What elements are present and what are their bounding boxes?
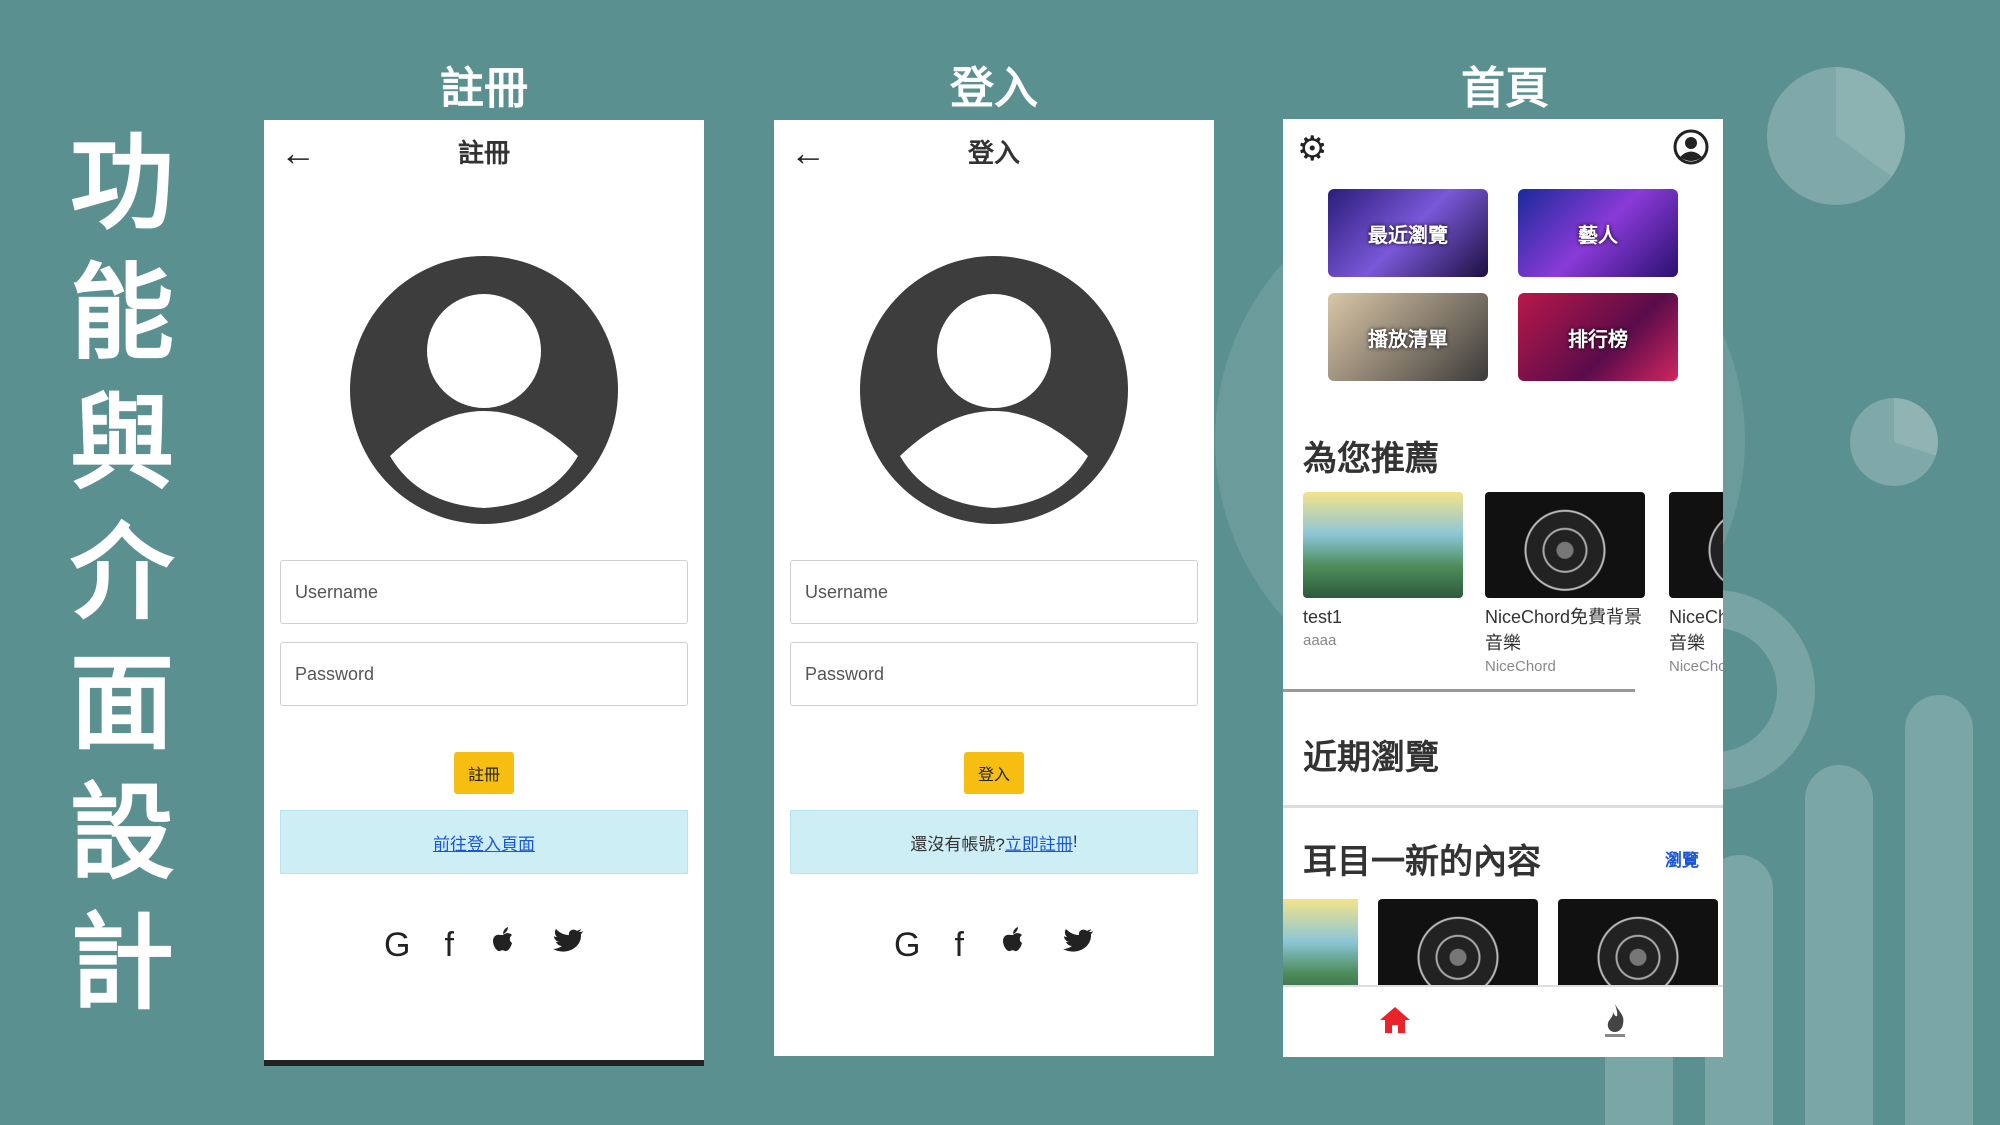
title-char: 能	[69, 252, 174, 374]
scroll-indicator[interactable]	[1283, 689, 1635, 692]
bottom-nav	[1283, 985, 1723, 1057]
register-link-box: 還沒有帳號? 立即註冊 !	[790, 810, 1198, 874]
login-header-title: 登入	[967, 137, 1020, 168]
decor-bar	[1805, 765, 1873, 1125]
apple-icon[interactable]	[488, 926, 518, 969]
social-login-row: G f	[774, 926, 1214, 969]
avatar	[774, 256, 1214, 524]
item-title: NiceChord免費背景音樂	[1485, 607, 1643, 653]
recent-title: 近期瀏覽	[1303, 739, 1439, 777]
category-artists[interactable]: 藝人	[1518, 189, 1678, 277]
cover-image	[1485, 492, 1645, 598]
item-title: NiceCh 音樂	[1669, 607, 1723, 653]
new-content-header: 耳目一新的內容 瀏覽	[1283, 834, 1723, 883]
decor-pie-chart	[1767, 67, 1905, 205]
recommend-title: 為您推薦	[1303, 440, 1439, 478]
username-field[interactable]: Username	[790, 560, 1198, 624]
home-icon[interactable]	[1378, 1005, 1412, 1040]
cover-image	[1669, 492, 1723, 598]
avatar	[264, 256, 704, 524]
title-char: 計	[69, 902, 174, 1024]
title-char: 介	[69, 512, 174, 634]
category-charts[interactable]: 排行榜	[1518, 293, 1678, 381]
list-item[interactable]: NiceChord免費背景音樂 NiceChord	[1485, 492, 1647, 675]
prompt-suffix: !	[1072, 832, 1078, 851]
list-item[interactable]: NiceCh 音樂 NiceCho	[1669, 492, 1723, 675]
back-arrow-icon[interactable]: ←	[790, 132, 826, 174]
social-login-row: G f	[264, 926, 704, 969]
login-panel-title: 登入	[950, 63, 1038, 114]
register-now-link[interactable]: 立即註冊	[1005, 830, 1073, 855]
title-char: 功	[69, 122, 174, 244]
section-title-vertical: 功 能 與 介 面 設 計	[62, 118, 182, 1028]
google-icon[interactable]: G	[384, 926, 410, 969]
register-screen: ← 註冊 Username Password 註冊 前往登入頁面 G f	[264, 120, 704, 1066]
facebook-icon[interactable]: f	[445, 926, 454, 969]
register-header: ← 註冊	[264, 120, 704, 182]
divider	[1283, 805, 1723, 808]
category-grid: 最近瀏覽 藝人 播放清單 排行榜	[1283, 189, 1723, 381]
category-playlists[interactable]: 播放清單	[1328, 293, 1488, 381]
back-arrow-icon[interactable]: ←	[280, 132, 316, 174]
home-top-bar: ⚙	[1283, 119, 1723, 183]
title-char: 設	[69, 772, 174, 894]
account-icon[interactable]	[1673, 129, 1709, 174]
twitter-icon[interactable]	[1062, 926, 1094, 969]
login-screen: ← 登入 Username Password 登入 還沒有帳號? 立即註冊 ! …	[774, 120, 1214, 1056]
category-recent[interactable]: 最近瀏覽	[1328, 189, 1488, 277]
item-subtitle: aaaa	[1303, 632, 1337, 649]
title-char: 與	[69, 382, 174, 504]
user-avatar-icon	[350, 256, 618, 524]
list-item[interactable]: test1 aaaa	[1303, 492, 1463, 675]
password-field[interactable]: Password	[280, 642, 688, 706]
login-link-box: 前往登入頁面	[280, 810, 688, 874]
login-header: ← 登入	[774, 120, 1214, 182]
gear-icon[interactable]: ⚙	[1297, 129, 1327, 169]
facebook-icon[interactable]: f	[955, 926, 964, 969]
decor-pie-chart-small	[1850, 398, 1938, 486]
google-icon[interactable]: G	[894, 926, 920, 969]
item-title: test1	[1303, 607, 1343, 627]
new-content-title: 耳目一新的內容	[1303, 843, 1541, 881]
cover-image	[1303, 492, 1463, 598]
login-button[interactable]: 登入	[963, 752, 1024, 794]
browse-link[interactable]: 瀏覽	[1665, 846, 1699, 871]
username-field[interactable]: Username	[280, 560, 688, 624]
home-panel-title: 首頁	[1461, 63, 1549, 114]
register-panel-title: 註冊	[440, 63, 528, 114]
register-prompt: 還沒有帳號?	[910, 834, 1005, 854]
go-to-login-link[interactable]: 前往登入頁面	[433, 830, 535, 855]
apple-icon[interactable]	[998, 926, 1028, 969]
register-button[interactable]: 註冊	[453, 752, 514, 794]
home-screen: ⚙ 最近瀏覽 藝人 播放清單 排行榜 為您推薦 test1 aaaa NiceC…	[1283, 119, 1723, 1057]
user-avatar-icon	[860, 256, 1128, 524]
decor-bar	[1905, 695, 1973, 1125]
fire-icon[interactable]	[1601, 1002, 1629, 1043]
twitter-icon[interactable]	[552, 926, 584, 969]
recommend-list: test1 aaaa NiceChord免費背景音樂 NiceChord Nic…	[1283, 492, 1723, 675]
title-char: 面	[69, 642, 174, 764]
item-subtitle: NiceCho	[1669, 658, 1723, 675]
item-subtitle: NiceChord	[1485, 658, 1556, 675]
register-header-title: 註冊	[457, 137, 510, 168]
password-field[interactable]: Password	[790, 642, 1198, 706]
